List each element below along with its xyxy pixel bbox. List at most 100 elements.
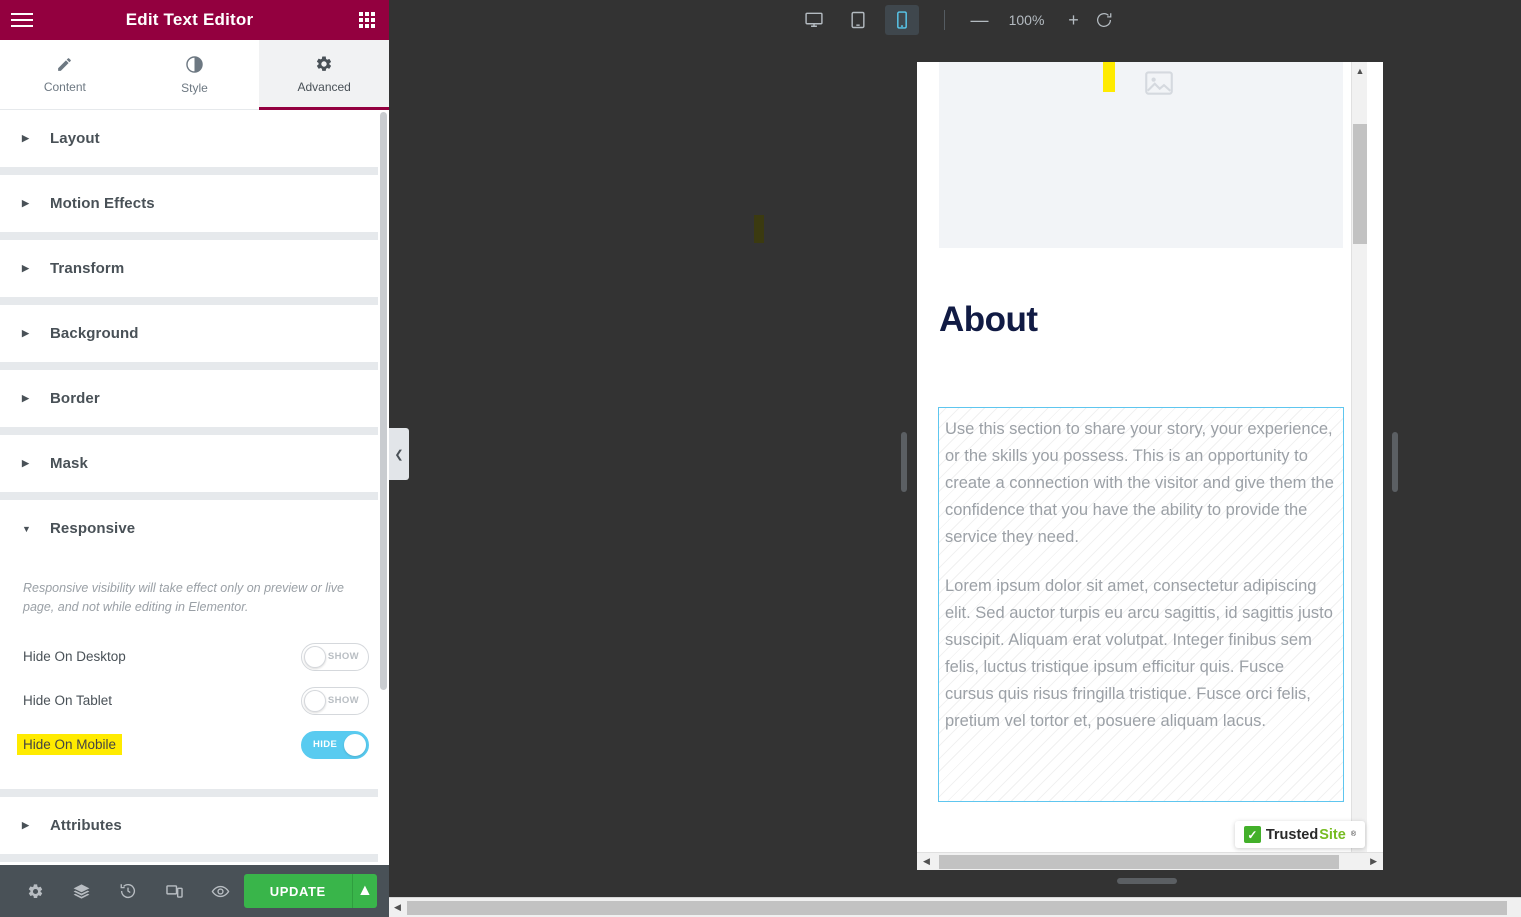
section-mask-header[interactable]: ▶ Mask <box>0 435 389 492</box>
grid-apps-icon[interactable] <box>345 0 389 40</box>
zoom-in-button[interactable]: + <box>1059 5 1089 35</box>
preview-hscroll-thumb[interactable] <box>939 855 1339 869</box>
chevron-right-icon: ▶ <box>22 328 38 339</box>
panel-scroll-area: ▶ Layout ▶ Motion Effects ▶ Transform <box>0 110 389 865</box>
update-button[interactable]: UPDATE <box>244 874 352 908</box>
preview-resize-handle-right[interactable] <box>1392 432 1398 492</box>
preview-frame: About Use this section to share your sto… <box>917 62 1383 870</box>
section-layout-label: Layout <box>50 130 100 147</box>
zoom-level-value: 100% <box>1003 12 1051 28</box>
half-circle-contrast-icon <box>185 55 204 74</box>
scroll-arrow-up-icon[interactable]: ▲ <box>1352 66 1367 76</box>
section-layout: ▶ Layout <box>0 110 389 175</box>
scroll-arrow-right-icon[interactable]: ▶ <box>1370 856 1377 867</box>
section-attributes-header[interactable]: ▶ Attributes <box>0 797 389 854</box>
section-motion-effects-label: Motion Effects <box>50 195 155 212</box>
toggle-knob <box>304 646 326 668</box>
panel-collapse-toggle[interactable]: ❮ <box>389 428 409 480</box>
control-hide-on-tablet: Hide On Tablet SHOW <box>20 679 369 723</box>
section-background-header[interactable]: ▶ Background <box>0 305 389 362</box>
trustedsite-text-second: Site <box>1319 827 1346 843</box>
update-button-group: UPDATE ▲ <box>244 874 377 908</box>
mobile-icon[interactable] <box>885 5 919 35</box>
preview-vertical-scrollbar[interactable]: ▲ ▼ <box>1351 62 1367 852</box>
toggle-knob <box>304 690 326 712</box>
section-attributes-label: Attributes <box>50 817 122 834</box>
preview-horizontal-scrollbar[interactable]: ◀ ▶ <box>917 852 1383 870</box>
preview-resize-handle-left[interactable] <box>901 432 907 492</box>
chevron-right-icon: ▶ <box>22 458 38 469</box>
toolbar-divider <box>944 10 945 30</box>
section-border-label: Border <box>50 390 100 407</box>
chevron-right-icon: ▶ <box>22 263 38 274</box>
hide-on-tablet-label: Hide On Tablet <box>20 693 112 708</box>
hide-on-tablet-state: SHOW <box>328 695 359 706</box>
hide-on-desktop-state: SHOW <box>328 651 359 662</box>
browser-horizontal-scrollbar[interactable]: ◀ <box>389 897 1521 917</box>
section-motion-effects: ▶ Motion Effects <box>0 175 389 240</box>
hide-on-tablet-toggle[interactable]: SHOW <box>301 687 369 715</box>
section-transform-label: Transform <box>50 260 124 277</box>
chevron-right-icon: ▶ <box>22 393 38 404</box>
preview-yellow-marker <box>1103 62 1115 92</box>
panel-footer-toolbar: UPDATE ▲ <box>0 865 389 917</box>
section-mask-label: Mask <box>50 455 88 472</box>
preview-resize-handle-bottom[interactable] <box>1117 878 1177 884</box>
hide-on-desktop-toggle[interactable]: SHOW <box>301 643 369 671</box>
section-border: ▶ Border <box>0 370 389 435</box>
hero-image-block <box>939 62 1343 248</box>
elementor-settings-panel: Edit Text Editor Content <box>0 0 389 917</box>
preview-vscroll-thumb[interactable] <box>1353 124 1367 244</box>
scroll-arrow-left-icon[interactable]: ◀ <box>923 856 930 867</box>
chevron-up-icon[interactable]: ▲ <box>352 874 377 908</box>
hide-on-mobile-state: HIDE <box>313 739 337 750</box>
section-attributes: ▶ Attributes <box>0 797 389 862</box>
section-responsive-label: Responsive <box>50 520 135 537</box>
responsive-mode-icon[interactable] <box>151 865 197 917</box>
navigator-layers-icon[interactable] <box>58 865 104 917</box>
section-motion-effects-header[interactable]: ▶ Motion Effects <box>0 175 389 232</box>
chevron-right-icon: ▶ <box>22 198 38 209</box>
scroll-arrow-left-icon[interactable]: ◀ <box>394 902 401 913</box>
responsive-note: Responsive visibility will take effect o… <box>20 557 360 635</box>
chevron-right-icon: ▶ <box>22 133 38 144</box>
section-responsive-header[interactable]: ▼ Responsive <box>0 500 389 557</box>
toggle-knob <box>344 734 366 756</box>
settings-gear-icon[interactable] <box>12 865 58 917</box>
panel-tabs: Content Style Advanced <box>0 40 389 110</box>
section-background: ▶ Background <box>0 305 389 370</box>
tab-content-label: Content <box>44 80 86 94</box>
tab-style[interactable]: Style <box>130 40 260 109</box>
section-transform-header[interactable]: ▶ Transform <box>0 240 389 297</box>
section-layout-header[interactable]: ▶ Layout <box>0 110 389 167</box>
preview-eye-icon[interactable] <box>197 865 243 917</box>
about-heading: About <box>939 300 1038 340</box>
tablet-icon[interactable] <box>841 5 875 35</box>
trustedsite-text-first: Trusted <box>1266 827 1318 843</box>
hide-on-mobile-toggle[interactable]: HIDE <box>301 731 369 759</box>
panel-header: Edit Text Editor <box>0 0 389 40</box>
zoom-out-button[interactable]: — <box>965 5 995 35</box>
canvas-toolbar: — 100% + <box>389 0 1521 40</box>
tab-content[interactable]: Content <box>0 40 130 109</box>
trustedsite-badge[interactable]: ✓ Trusted Site ® <box>1235 821 1365 848</box>
image-placeholder-icon <box>1139 66 1179 100</box>
panel-vertical-scrollbar[interactable] <box>378 110 389 865</box>
tab-advanced-label: Advanced <box>297 80 350 94</box>
history-revisions-icon[interactable] <box>105 865 151 917</box>
panel-scrollbar-thumb[interactable] <box>380 112 387 690</box>
reset-rotate-icon[interactable] <box>1089 5 1119 35</box>
section-responsive-body: Responsive visibility will take effect o… <box>0 557 389 789</box>
section-border-header[interactable]: ▶ Border <box>0 370 389 427</box>
text-editor-widget[interactable]: Use this section to share your story, yo… <box>938 407 1344 802</box>
section-transform: ▶ Transform <box>0 240 389 305</box>
browser-hscroll-thumb[interactable] <box>407 901 1507 915</box>
elementor-editor-root: Edit Text Editor Content <box>0 0 1521 917</box>
section-responsive: ▼ Responsive Responsive visibility will … <box>0 500 389 797</box>
trustedsite-trademark: ® <box>1351 831 1356 838</box>
page-title: Edit Text Editor <box>34 10 345 30</box>
chevron-down-icon: ▼ <box>22 524 38 534</box>
tab-advanced[interactable]: Advanced <box>259 40 389 109</box>
desktop-icon[interactable] <box>797 5 831 35</box>
tab-style-label: Style <box>181 81 208 95</box>
